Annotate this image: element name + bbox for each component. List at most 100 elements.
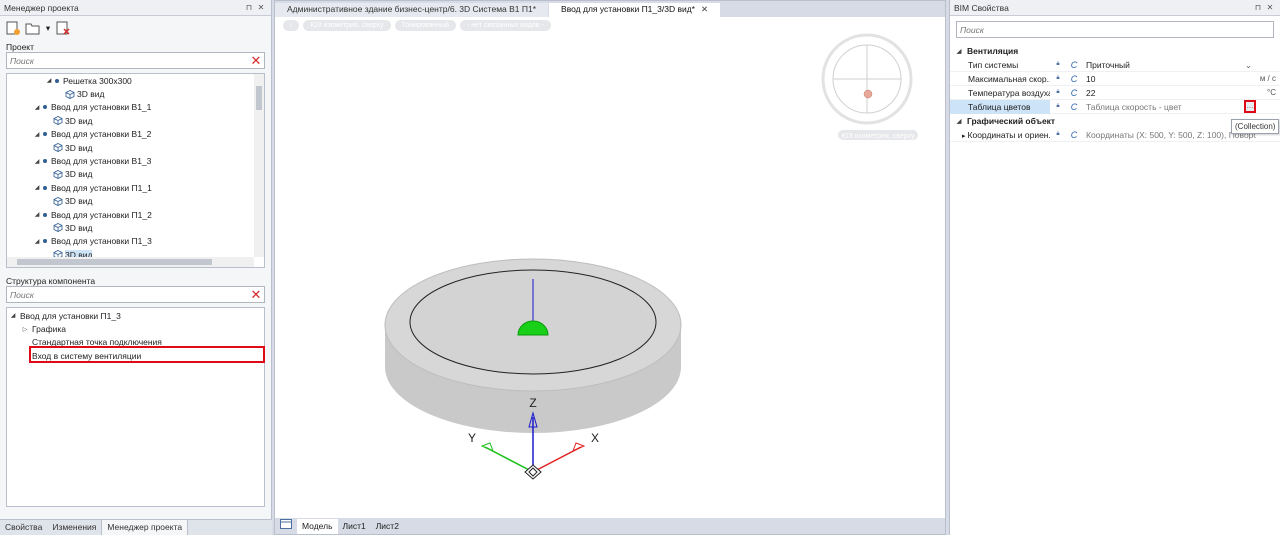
new-project-icon[interactable] [4,19,22,37]
expand-toggle-icon[interactable]: ◢ [33,238,41,245]
expand-toggle-icon[interactable]: ◢ [33,211,41,218]
sheet-list-icon[interactable] [275,518,297,534]
expand-toggle-icon[interactable]: ◢ [33,184,41,191]
dropdown-chevron-icon[interactable]: ⌄ [1245,58,1252,72]
x-axis-label: X [591,431,599,445]
view-chips: ‹ ЮЗ изометрия, сверху Тонированный - не… [283,20,551,31]
project-tree-item[interactable]: ◢ Ввод для установки В1_2 [7,128,264,141]
property-category[interactable]: ◢ Вентиляция [950,44,1280,58]
lock-icon[interactable]: 🔒︎ [1050,61,1066,68]
properties-search-input[interactable] [960,24,1273,35]
clear-search-icon[interactable]: ✕ [248,287,264,302]
property-value[interactable]: 22 [1082,86,1256,100]
view-orientation-chip[interactable]: ЮЗ изометрия, сверху [303,20,391,31]
project-tree-item[interactable]: 3D вид [7,168,264,181]
project-tree-item[interactable]: 3D вид [7,195,264,208]
property-name: Температура воздуха [950,86,1050,100]
tree-item-label: Ввод для установки П1_1 [51,182,152,193]
tab-label: Административное здание бизнес-центр/6. … [287,4,537,14]
tree-item-label: 3D вид [65,196,93,207]
property-row[interactable]: Тип системы 🔒︎ C Приточный ⌄ [950,58,1280,72]
project-tree: ◢ Решетка 300х300 3D вид ◢ Ввод для установк… [6,73,265,268]
property-row[interactable]: Температура воздуха 🔒︎ C 22 °C [950,86,1280,100]
open-folder-icon[interactable] [24,19,42,37]
lock-icon[interactable]: 🔒︎ [1050,89,1066,96]
project-tree-item[interactable]: 3D вид [7,87,264,100]
lock-icon[interactable]: 🔒︎ [1050,103,1066,110]
component-structure-tree: ◢ Ввод для установки П1_3 ▷ Графика Стандарт… [6,307,265,507]
left-bottom-tabs: Свойства Изменения Менеджер проекта [0,519,272,535]
document-area: Административное здание бизнес-центр/6. … [274,0,946,535]
project-tree-item[interactable]: ◢ Ввод для установки П1_1 [7,181,264,194]
horizontal-scrollbar[interactable] [7,257,254,267]
structure-tree-item[interactable]: ◢ Ввод для установки П1_3 [7,309,264,322]
collapse-toggle-icon[interactable]: ◢ [955,118,963,125]
tab-document-system[interactable]: Административное здание бизнес-центр/6. … [275,3,549,17]
tree-item-label: Ввод для установки П1_2 [51,209,152,220]
expand-toggle-icon[interactable]: ▸ [962,133,966,140]
expand-toggle-icon[interactable]: ◢ [33,131,41,138]
selection-highlight-box [29,346,265,363]
close-project-icon[interactable] [54,19,72,37]
sheet-tab-list1[interactable]: Лист1 [338,519,371,534]
sheet-tab-model[interactable]: Модель [297,518,338,534]
structure-search-input[interactable] [10,289,248,300]
expand-toggle-icon[interactable]: ◢ [33,104,41,111]
property-value[interactable]: Координаты (X: 500, Y: 500, Z: 100), Пов… [1082,128,1256,142]
project-tree-item[interactable]: ◢ Ввод для установки П1_2 [7,208,264,221]
tab-changes[interactable]: Изменения [47,520,101,535]
project-tree-item[interactable]: ◢ Ввод для установки П1_3 [7,235,264,248]
expand-toggle-icon[interactable]: ▷ [21,326,29,333]
project-tree-item[interactable]: 3D вид [7,141,264,154]
expand-toggle-icon[interactable]: ◢ [45,77,53,84]
project-tree-item[interactable]: ◢ Решетка 300х300 [7,74,264,87]
property-row[interactable]: Таблица цветов 🔒︎ C Таблица скорость - цвет… [950,99,1280,114]
collapse-toggle-icon[interactable]: ◢ [955,48,963,55]
project-tree-item[interactable]: ◢ Ввод для установки В1_3 [7,154,264,167]
tab-properties[interactable]: Свойства [0,520,47,535]
element-dot-icon [43,132,47,137]
expand-toggle-icon[interactable]: ◢ [9,312,17,319]
clear-search-icon[interactable]: ✕ [248,53,264,68]
close-icon[interactable]: ✕ [255,3,267,12]
sheet-tab-list2[interactable]: Лист2 [371,519,404,534]
property-name-text: Координаты и ориен... [967,129,1050,140]
lock-icon[interactable]: 🔒︎ [1050,131,1066,138]
3d-scene[interactable]: ЮЗ изометрия, сверху Z Y X [275,17,945,517]
tree-item-label: 3D вид [65,222,93,233]
property-value[interactable]: Приточный ⌄ [1082,58,1256,72]
tab-label: Ввод для установки П1_3/3D вид* [561,4,695,14]
property-name: Таблица цветов [950,99,1050,114]
element-dot-icon [43,159,47,164]
view-back-chip[interactable]: ‹ [283,20,300,31]
project-tree-item[interactable]: 3D вид [7,114,264,127]
tab-document-3d-view[interactable]: Ввод для установки П1_3/3D вид* ✕ [549,3,721,17]
view-style-chip[interactable]: Тонированный [394,20,456,31]
edit-collection-button[interactable]: ... [1244,99,1256,113]
linked-views-chip[interactable]: - нет связанных видов - [459,20,551,31]
property-row[interactable]: Максимальная скор... 🔒︎ C 10 м / с [950,72,1280,86]
property-value-text: 10 [1086,73,1096,84]
element-dot-icon [55,78,59,83]
tree-item-label: Ввод для установки В1_3 [51,156,152,167]
close-icon[interactable]: ✕ [1264,3,1276,12]
pin-icon[interactable]: ⊓ [243,3,255,12]
property-value[interactable]: Таблица скорость - цвет... [1082,99,1256,114]
view-compass[interactable] [821,33,913,125]
chevron-down-icon[interactable]: ▾ [44,19,52,37]
project-tree-item[interactable]: ◢ Ввод для установки В1_1 [7,101,264,114]
pin-icon[interactable]: ⊓ [1252,3,1264,12]
3d-viewport[interactable]: ЮЗ изометрия, сверху Z Y X [275,17,945,517]
project-tree-item[interactable]: 3D вид [7,221,264,234]
project-search-input[interactable] [10,55,248,66]
lock-icon[interactable]: 🔒︎ [1050,75,1066,82]
tab-project-manager[interactable]: Менеджер проекта [101,520,189,535]
property-name-text: Тип системы [968,59,1019,70]
vertical-scrollbar[interactable] [254,74,264,257]
property-name: ▸ Координаты и ориен... [950,128,1050,142]
property-value[interactable]: 10 [1082,72,1256,86]
project-manager-panel: Менеджер проекта ⊓ ✕ ▾ Проект ✕ ◢ Решетка… [0,0,272,535]
structure-tree-item[interactable]: ▷ Графика [7,322,264,335]
expand-toggle-icon[interactable]: ◢ [33,158,41,165]
close-tab-icon[interactable]: ✕ [701,4,708,14]
